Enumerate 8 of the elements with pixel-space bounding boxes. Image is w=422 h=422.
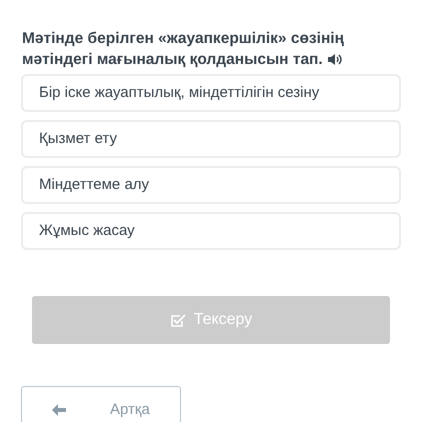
answer-option[interactable]: Міндеттеме алу [21,166,401,204]
checkbox-icon [170,312,186,328]
answer-option[interactable]: Жұмыс жасау [21,212,401,250]
answer-option[interactable]: Қызмет ету [21,120,401,158]
question-text: Мәтінде берілген «жауапкершілік» сөзінің мәтіндегі мағыналық қолданысын тап. [22,29,345,70]
left-arrow-icon [52,404,66,416]
speaker-icon[interactable] [327,53,342,66]
answer-option[interactable]: Бір іске жауаптылық, міндеттілігін сезіну [21,74,401,112]
